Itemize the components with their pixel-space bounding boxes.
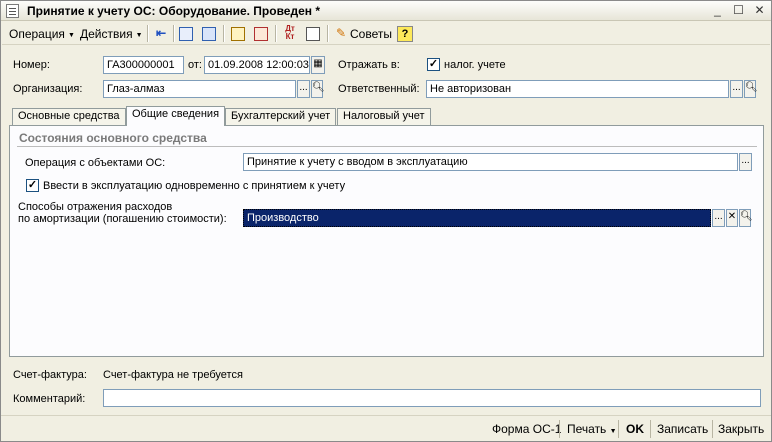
- operation-field[interactable]: Принятие к учету с вводом в эксплуатацию: [243, 153, 738, 171]
- operation-menu-label: Операция: [9, 27, 65, 41]
- from-label: от:: [188, 59, 202, 71]
- print-menu[interactable]: Печать ▼: [567, 422, 617, 436]
- responsible-label: Ответственный:: [338, 83, 420, 95]
- calendar-icon[interactable]: ▦: [311, 56, 325, 74]
- depreciation-search-icon[interactable]: 🔍︎: [739, 209, 753, 227]
- toolbar-separator: [327, 25, 328, 42]
- operation-menu[interactable]: Операция ▼: [7, 26, 77, 42]
- minimize-icon[interactable]: _: [709, 3, 726, 18]
- window-title: Принятие к учету ОС: Оборудование. Прове…: [27, 4, 321, 18]
- number-field[interactable]: ГА300000001: [103, 56, 184, 74]
- bottom-bar: Форма ОС-1 Печать ▼ OK Записать Закрыть: [1, 415, 771, 441]
- comment-field[interactable]: [103, 389, 761, 407]
- depreciation-label-line2: по амортизации (погашению стоимости):: [18, 213, 227, 225]
- dropdown-arrow-icon: ▼: [609, 428, 617, 435]
- document-icon: [6, 4, 19, 18]
- operation-select-button[interactable]: ...: [739, 153, 752, 171]
- toolbar-separator: [147, 25, 148, 42]
- operation-label: Операция с объектами ОС:: [25, 157, 166, 169]
- copy-document-icon[interactable]: [229, 25, 247, 42]
- tab-tax-accounting[interactable]: Налоговый учет: [337, 108, 431, 125]
- invoice-label: Счет-фактура:: [13, 369, 87, 381]
- close-icon[interactable]: ✕: [751, 3, 768, 18]
- tax-accounting-checkbox[interactable]: ✓: [427, 58, 440, 71]
- comment-label: Комментарий:: [13, 393, 86, 405]
- asset-state-group-title: Состояния основного средства: [19, 131, 207, 145]
- dropdown-arrow-icon: ▼: [135, 32, 143, 39]
- tax-accounting-label: налог. учете: [444, 59, 506, 71]
- title-bar: Принятие к учету ОС: Оборудование. Прове…: [1, 1, 771, 21]
- bottom-separator: [618, 420, 619, 438]
- responsible-select-button[interactable]: ...: [730, 80, 743, 98]
- dropdown-arrow-icon: ▼: [67, 32, 75, 39]
- depreciation-clear-icon[interactable]: ✕: [726, 209, 738, 227]
- toolbar: Операция ▼ Действия ▼ ⇤ Дт Кт ✎ Советы ?: [2, 22, 770, 45]
- toolbar-separator: [223, 25, 224, 42]
- number-label: Номер:: [13, 59, 50, 71]
- organization-select-button[interactable]: ...: [297, 80, 310, 98]
- reflect-label: Отражать в:: [338, 59, 400, 71]
- commission-checkbox[interactable]: ✓: [26, 179, 39, 192]
- advice-button[interactable]: Советы: [348, 26, 394, 42]
- actions-menu-label: Действия: [80, 27, 133, 41]
- invoice-value: Счет-фактура не требуется: [103, 369, 243, 381]
- organization-label: Организация:: [13, 83, 83, 95]
- tab-fixed-assets[interactable]: Основные средства: [12, 108, 126, 125]
- unpost-icon[interactable]: [177, 25, 195, 42]
- bottom-separator: [712, 420, 713, 438]
- delete-document-icon[interactable]: [252, 25, 270, 42]
- debit-credit-icon[interactable]: Дт Кт: [281, 25, 299, 42]
- bottom-separator: [559, 420, 560, 438]
- save-button[interactable]: Записать: [657, 422, 708, 436]
- organization-field[interactable]: Глаз-алмаз: [103, 80, 296, 98]
- tab-general-info[interactable]: Общие сведения: [126, 106, 226, 126]
- group-divider: [17, 146, 757, 147]
- help-icon: ?: [397, 26, 413, 42]
- toolbar-separator: [173, 25, 174, 42]
- actions-menu[interactable]: Действия ▼: [78, 26, 145, 42]
- document-window: Принятие к учету ОС: Оборудование. Прове…: [0, 0, 772, 442]
- tab-accounting[interactable]: Бухгалтерский учет: [225, 108, 337, 125]
- post-arrow-icon[interactable]: ⇤: [152, 25, 170, 42]
- commission-checkbox-label: Ввести в эксплуатацию одновременно с при…: [43, 180, 346, 192]
- refresh-icon[interactable]: [200, 25, 218, 42]
- maximize-icon[interactable]: ☐: [730, 3, 747, 18]
- organization-search-icon[interactable]: 🔍︎: [311, 80, 325, 98]
- date-field[interactable]: 01.09.2008 12:00:03: [204, 56, 310, 74]
- depreciation-label-line1: Способы отражения расходов: [18, 201, 173, 213]
- journal-icon[interactable]: [304, 25, 322, 42]
- close-button[interactable]: Закрыть: [718, 422, 764, 436]
- bottom-separator: [650, 420, 651, 438]
- responsible-field[interactable]: Не авторизован: [426, 80, 729, 98]
- depreciation-select-button[interactable]: ...: [712, 209, 725, 227]
- help-button[interactable]: ?: [396, 25, 414, 42]
- print-label: Печать: [567, 422, 607, 436]
- responsible-search-icon[interactable]: 🔍︎: [744, 80, 758, 98]
- depreciation-field[interactable]: Производство: [243, 209, 711, 227]
- toolbar-separator: [275, 25, 276, 42]
- ok-button[interactable]: OK: [626, 422, 644, 436]
- form-os1-button[interactable]: Форма ОС-1: [492, 422, 561, 436]
